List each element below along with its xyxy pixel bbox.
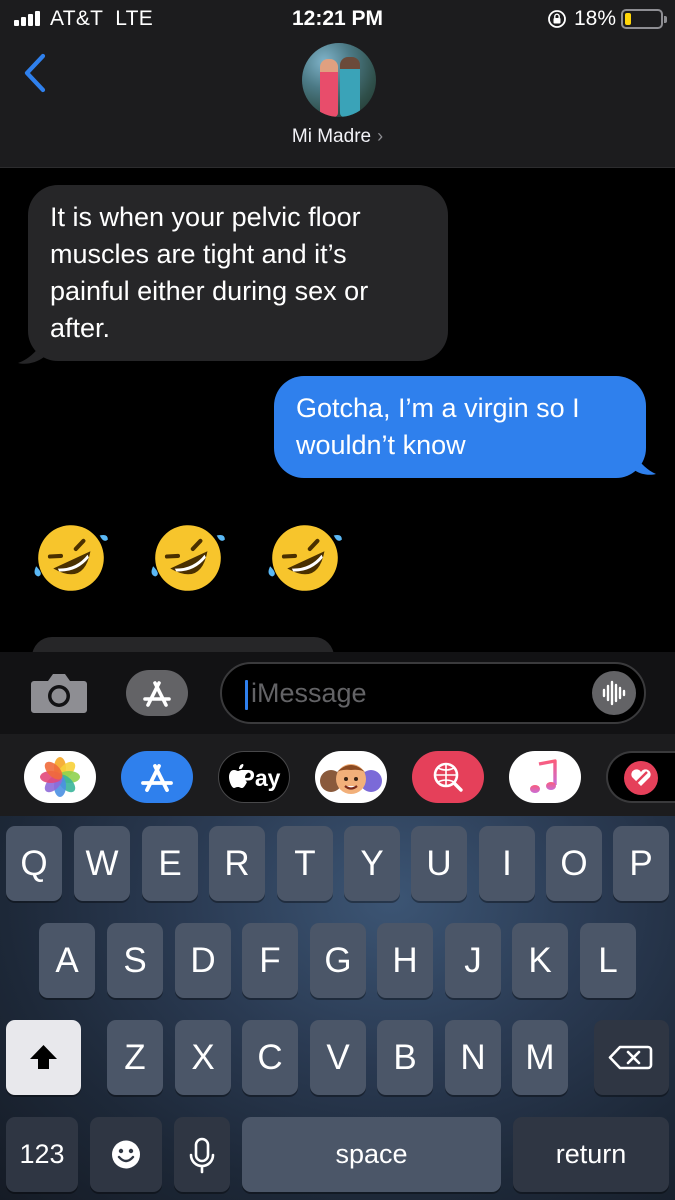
key-v[interactable]: V [310,1020,366,1095]
heart-icon [624,761,658,795]
camera-icon[interactable] [30,671,88,715]
app-drawer-web-search[interactable] [412,751,484,803]
key-x[interactable]: X [175,1020,231,1095]
waveform-icon [602,680,626,706]
app-drawer-memoji[interactable] [315,751,387,803]
app-drawer-digital-touch[interactable] [606,751,675,803]
text-cursor [245,680,248,710]
message-input-placeholder: iMessage [251,678,367,708]
delete-key[interactable] [594,1020,669,1095]
key-s[interactable]: S [107,923,163,998]
return-key[interactable]: return [513,1117,669,1192]
outgoing-message-bubble[interactable]: Gotcha, I’m a virgin so I wouldn’t know [274,376,646,478]
message-list[interactable]: It is when your pelvic floor muscles are… [0,169,675,653]
key-l[interactable]: L [580,923,636,998]
chevron-right-icon: › [377,126,384,146]
incoming-message-bubble[interactable]: It is when your pelvic floor muscles are… [28,185,448,361]
message-line: after. [50,313,111,343]
key-t[interactable]: T [277,826,333,901]
key-e[interactable]: E [142,826,198,901]
key-o[interactable]: O [546,826,602,901]
key-k[interactable]: K [512,923,568,998]
key-h[interactable]: H [377,923,433,998]
rofl-emoji-icon [151,525,225,591]
key-f[interactable]: F [242,923,298,998]
key-n[interactable]: N [445,1020,501,1095]
photos-icon [40,757,80,797]
app-store-icon [141,764,173,792]
backspace-icon [608,1045,653,1070]
message-line: painful either during sex or [50,276,369,306]
key-d[interactable]: D [175,923,231,998]
battery-icon [621,9,667,29]
music-note-icon [530,759,557,793]
key-c[interactable]: C [242,1020,298,1095]
key-u[interactable]: U [411,826,467,901]
contact-name-button[interactable]: Mi Madre › [0,126,675,148]
rofl-emoji-icon [34,525,108,591]
emoji-key[interactable] [90,1117,162,1192]
imessage-app-drawer: Pay [0,734,675,816]
app-drawer-apple-pay[interactable]: Pay [218,751,290,803]
message-input[interactable]: iMessage [220,662,646,724]
key-i[interactable]: I [479,826,535,901]
numbers-key[interactable]: 123 [6,1117,78,1192]
message-line: muscles are tight and it’s [50,239,347,269]
app-store-button[interactable] [126,670,188,716]
shift-arrow-icon [30,1045,57,1069]
smiley-icon [112,1140,140,1169]
rofl-emoji-icon [268,525,342,591]
keyboard: Q W E R T Y U I O P A S D F G H J K L Z … [0,816,675,1200]
key-b[interactable]: B [377,1020,433,1095]
apple-pay-label: Pay [239,765,281,791]
rotation-lock-icon [548,10,566,28]
audio-message-button[interactable] [592,671,636,715]
shift-key[interactable] [6,1020,81,1095]
app-drawer-music[interactable] [509,751,581,803]
key-y[interactable]: Y [344,826,400,901]
incoming-message-bubble-partial[interactable] [32,637,334,653]
microphone-icon [189,1137,215,1174]
memoji-icon [320,764,382,794]
app-drawer-photos[interactable] [24,751,96,803]
key-r[interactable]: R [209,826,265,901]
message-input-bar: iMessage [0,652,675,734]
battery-level [625,13,631,25]
message-line: wouldn’t know [296,430,466,460]
battery-percent: 18% [574,7,617,30]
message-line: Gotcha, I’m a virgin so I [296,393,580,423]
key-p[interactable]: P [613,826,669,901]
conversation-header: AT&T LTE 12:21 PM 18% Mi Madre › [0,0,675,168]
back-chevron-icon[interactable] [18,52,52,94]
key-q[interactable]: Q [6,826,62,901]
status-bar: AT&T LTE 12:21 PM 18% [0,0,675,40]
key-j[interactable]: J [445,923,501,998]
key-w[interactable]: W [74,826,130,901]
contact-avatar[interactable] [302,43,376,117]
dictation-key[interactable] [174,1117,230,1192]
app-store-icon [143,681,171,707]
key-a[interactable]: A [39,923,95,998]
message-line: It is when your pelvic floor [50,202,361,232]
globe-search-icon [433,762,463,792]
key-m[interactable]: M [512,1020,568,1095]
space-key[interactable]: space [242,1117,501,1192]
contact-name: Mi Madre [291,126,372,147]
app-drawer-app-store[interactable] [121,751,193,803]
emoji-message[interactable] [30,517,355,601]
key-z[interactable]: Z [107,1020,163,1095]
key-g[interactable]: G [310,923,366,998]
